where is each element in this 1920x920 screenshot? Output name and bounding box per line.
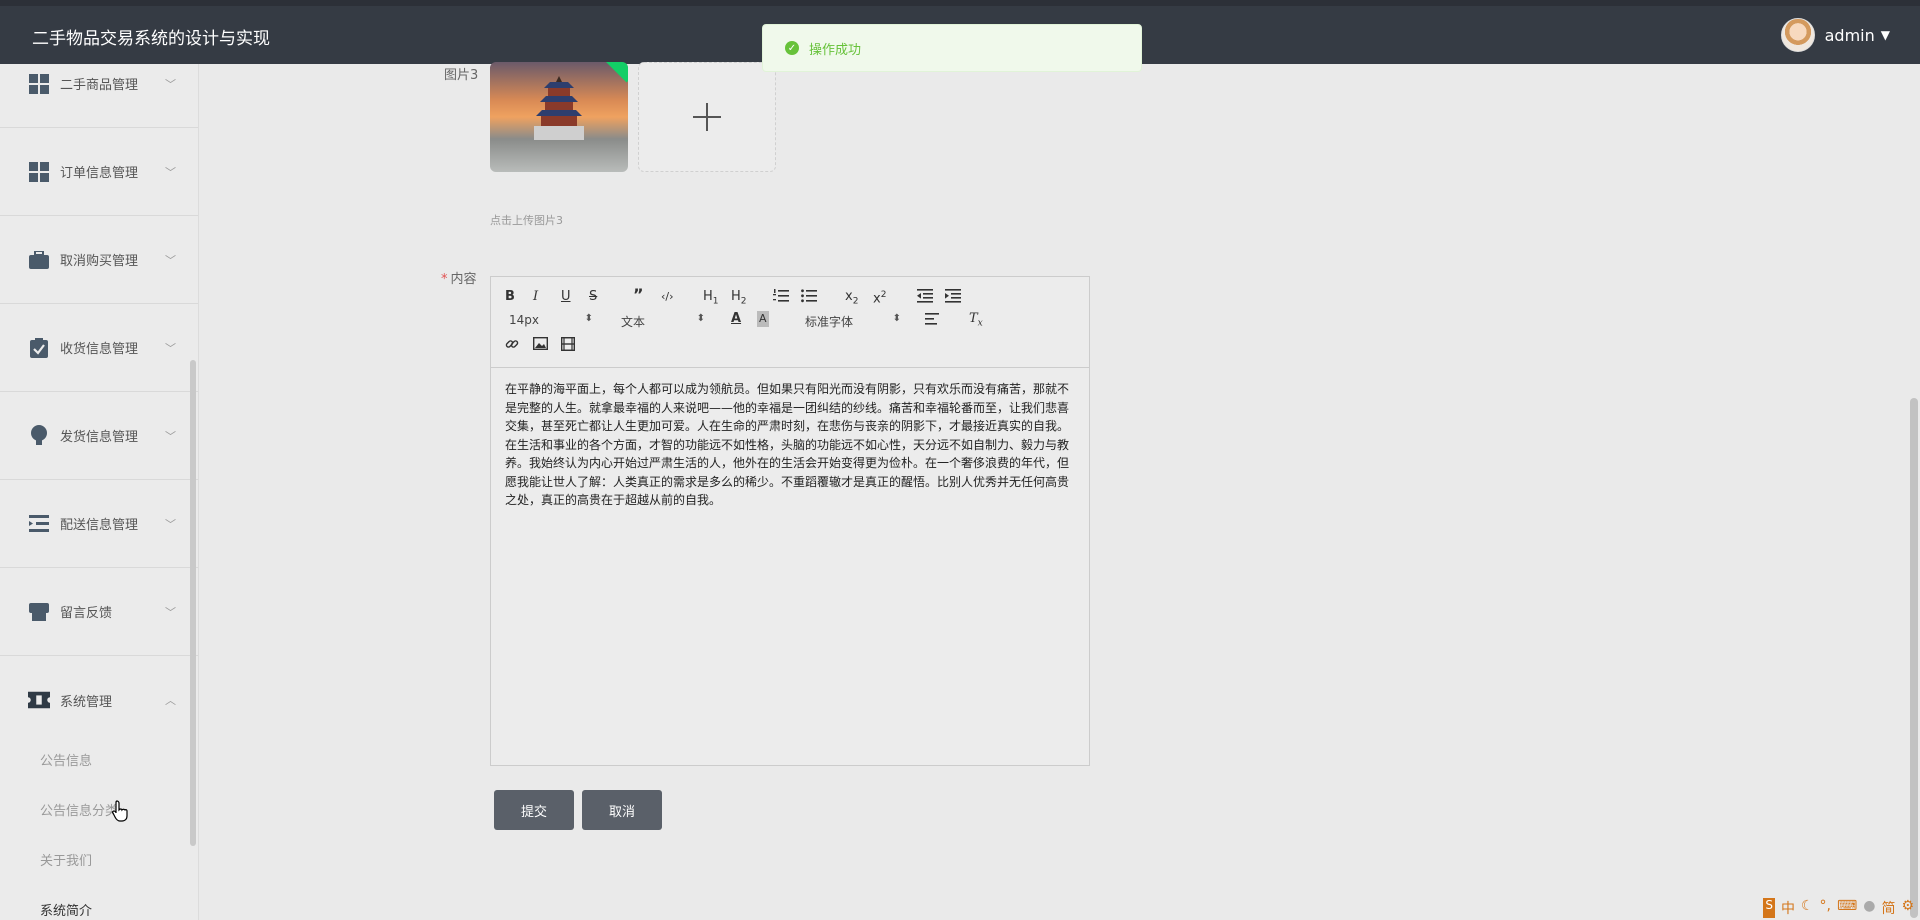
gear-icon[interactable]: ⚙	[1901, 898, 1914, 918]
sidebar-item-goods[interactable]: 二手商品管理 ﹀	[0, 64, 198, 128]
sidebar-subitem-notice[interactable]: 公告信息	[40, 750, 92, 769]
outdent-icon[interactable]	[917, 289, 933, 308]
grid-icon	[28, 161, 50, 183]
strikethrough-icon[interactable]: S	[589, 289, 597, 305]
temple-image	[534, 76, 584, 140]
font-family-select[interactable]: 标准字体 ⬍	[805, 313, 901, 330]
content-label: * 内容	[441, 272, 477, 287]
bullet-list-icon[interactable]	[801, 289, 817, 308]
ime-logo-icon[interactable]: S	[1763, 898, 1775, 918]
code-block-icon[interactable]: ‹/›	[661, 289, 674, 305]
select-arrows-icon: ⬍	[696, 313, 705, 324]
italic-icon[interactable]: I	[533, 289, 538, 305]
align-icon[interactable]	[925, 313, 939, 330]
video-icon[interactable]	[560, 336, 576, 356]
chevron-down-icon: ﹀	[165, 605, 176, 619]
indent-icon[interactable]	[945, 289, 961, 308]
ime-simplified-mode[interactable]: 简	[1881, 898, 1895, 918]
font-size-select[interactable]: 14px ⬍	[509, 313, 593, 327]
blockquote-icon[interactable]: ”	[633, 287, 644, 303]
sidebar-item-receipt[interactable]: 收货信息管理 ﹀	[0, 304, 198, 392]
sidebar-item-label: 订单信息管理	[60, 166, 139, 181]
main-scrollbar[interactable]	[1910, 398, 1918, 918]
sidebar-item-label: 二手商品管理	[60, 78, 139, 93]
chevron-down-icon: ﹀	[165, 165, 176, 179]
chevron-up-icon: ︿	[165, 694, 176, 707]
editor-content[interactable]: 在平静的海平面上，每个人都可以成为领航员。但如果只有阳光而没有阴影，只有欢乐而没…	[491, 368, 1089, 522]
upload-success-badge	[602, 62, 628, 83]
image3-label: 图片3	[444, 68, 479, 83]
briefcase-icon	[28, 249, 50, 271]
ordered-list-icon[interactable]	[773, 289, 789, 308]
header-1-icon[interactable]: H1	[703, 289, 719, 310]
image3-thumbnail[interactable]	[490, 62, 628, 172]
toast-message: 操作成功	[809, 42, 862, 58]
chevron-down-icon: ﹀	[165, 517, 176, 531]
ime-toolbar: S 中 ☾ °, ⌨ ● 简 ⚙	[1763, 898, 1914, 918]
underline-icon[interactable]: U	[561, 289, 571, 305]
avatar	[1780, 18, 1815, 52]
sidebar-item-feedback[interactable]: 留言反馈 ﹀	[0, 568, 198, 656]
ime-chinese-mode[interactable]: 中	[1781, 898, 1795, 918]
editor-toolbar: B I U S ” ‹/› H1 H2 x2 x2 14px ⬍ 文本 ⬍ A A …	[491, 277, 1089, 368]
image3-hint: 点击上传图片3	[490, 214, 563, 227]
clipboard-check-icon	[28, 337, 50, 359]
chevron-down-icon: ﹀	[165, 429, 176, 443]
ticket-icon	[28, 689, 50, 711]
sidebar-subitem-intro[interactable]: 系统简介	[40, 900, 92, 919]
sidebar-item-orders[interactable]: 订单信息管理 ﹀	[0, 128, 198, 216]
hand-cursor-icon	[112, 800, 128, 822]
required-mark: *	[441, 272, 448, 287]
chevron-down-icon: ﹀	[165, 77, 176, 91]
sidebar-item-delivery[interactable]: 配送信息管理 ﹀	[0, 480, 198, 568]
sidebar-item-label: 留言反馈	[60, 606, 113, 621]
sidebar-item-label: 取消购买管理	[60, 254, 139, 269]
username: admin	[1824, 25, 1875, 45]
sidebar-item-label: 发货信息管理	[60, 430, 139, 445]
sidebar-subitem-about[interactable]: 关于我们	[40, 850, 92, 869]
sidebar-item-label: 收货信息管理	[60, 342, 139, 357]
sidebar-item-label: 系统管理	[60, 694, 113, 710]
moon-icon[interactable]: ☾	[1801, 898, 1814, 918]
punctuation-icon[interactable]: °,	[1820, 898, 1831, 918]
check-circle-icon: ✓	[785, 41, 799, 55]
image3-upload-button[interactable]	[638, 62, 776, 172]
header-2-icon[interactable]: H2	[731, 289, 747, 310]
caret-down-icon: ▼	[1880, 28, 1890, 42]
cancel-button[interactable]: 取消	[582, 790, 662, 830]
chevron-down-icon: ﹀	[165, 253, 176, 267]
user-menu[interactable]: admin ▼	[1780, 18, 1890, 52]
lightbulb-icon	[28, 424, 50, 447]
sidebar-scrollbar[interactable]	[190, 360, 196, 846]
background-color-icon[interactable]: A	[757, 311, 769, 327]
sidebar-item-system[interactable]: 系统管理 ︿	[0, 656, 198, 744]
block-type-select[interactable]: 文本 ⬍	[621, 313, 705, 330]
app-title: 二手物品交易系统的设计与实现	[32, 29, 270, 49]
clear-format-icon[interactable]: Tx	[969, 311, 983, 332]
bold-icon[interactable]: B	[505, 289, 515, 305]
sidebar-subitem-notice-category[interactable]: 公告信息分类	[40, 800, 118, 819]
chevron-down-icon: ﹀	[165, 341, 176, 355]
success-toast: ✓ 操作成功	[762, 24, 1142, 72]
superscript-icon[interactable]: x2	[873, 287, 886, 307]
text-color-icon[interactable]: A	[731, 311, 741, 327]
user-icon[interactable]: ●	[1863, 898, 1875, 918]
indent-list-icon	[28, 513, 50, 535]
link-icon[interactable]	[505, 337, 519, 356]
image-icon[interactable]	[532, 336, 549, 355]
select-arrows-icon: ⬍	[892, 313, 901, 324]
select-arrows-icon: ⬍	[584, 313, 593, 324]
sidebar-item-shipping[interactable]: 发货信息管理 ﹀	[0, 392, 198, 480]
rich-text-editor[interactable]: B I U S ” ‹/› H1 H2 x2 x2 14px ⬍ 文本 ⬍ A A …	[490, 276, 1090, 766]
sidebar: 二手商品管理 ﹀ 订单信息管理 ﹀ 取消购买管理 ﹀ 收货信息管理 ﹀ 发货信息…	[0, 64, 199, 920]
subscript-icon[interactable]: x2	[845, 289, 858, 310]
keyboard-icon[interactable]: ⌨	[1837, 898, 1857, 918]
plus-icon	[693, 103, 721, 131]
submit-button[interactable]: 提交	[494, 790, 574, 830]
sidebar-item-label: 配送信息管理	[60, 518, 139, 533]
store-icon	[28, 601, 50, 623]
grid-icon	[28, 73, 50, 95]
sidebar-item-cancel-purchase[interactable]: 取消购买管理 ﹀	[0, 216, 198, 304]
